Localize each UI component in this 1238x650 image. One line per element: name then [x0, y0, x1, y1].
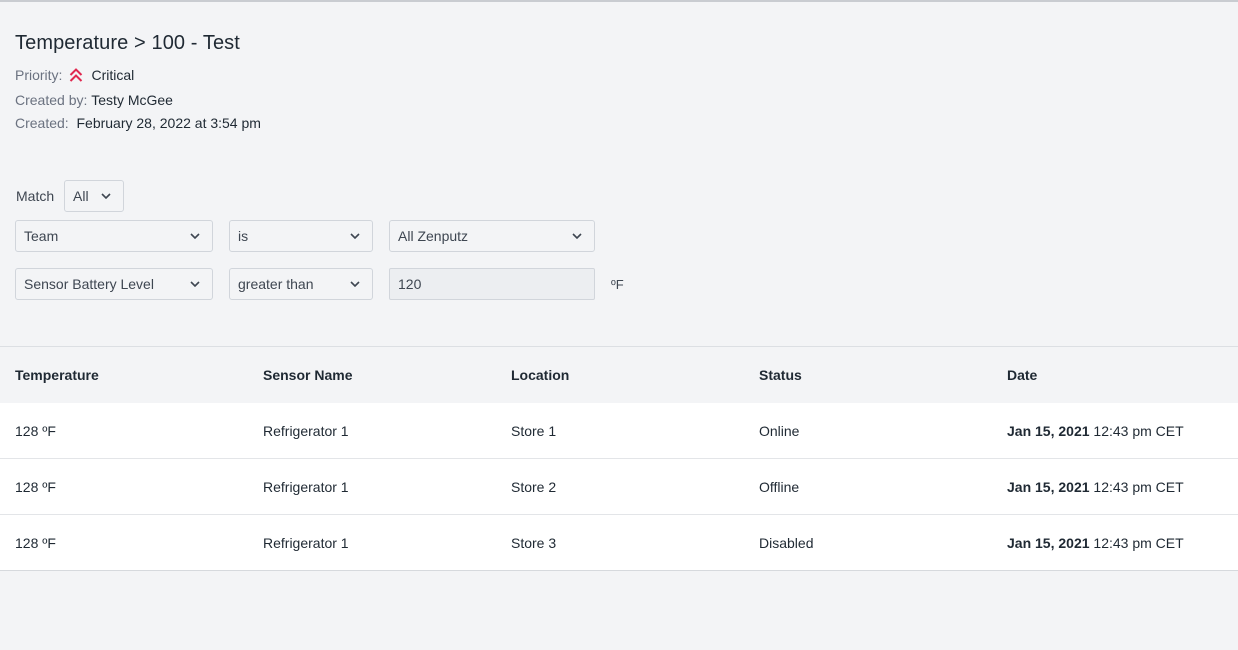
cell-sensor-name: Refrigerator 1 — [263, 535, 349, 551]
cell-date-day: Jan 15, 2021 — [1007, 423, 1090, 439]
priority-label: Priority: — [15, 67, 63, 83]
cell-date-time: 12:43 pm CET — [1093, 535, 1184, 551]
cell-temperature: 128 ºF — [15, 535, 56, 551]
cell-status: Disabled — [759, 535, 814, 551]
cell-date: Jan 15, 2021 12:43 pm CET — [1007, 479, 1184, 495]
rule-2-value-input[interactable]: 120 — [389, 268, 595, 300]
chevron-down-icon — [350, 233, 360, 239]
readings-table: Temperature Sensor Name Location Status … — [0, 346, 1238, 571]
created-value: February 28, 2022 at 3:54 pm — [76, 115, 261, 131]
rule-1-value-select[interactable]: All Zenputz — [389, 220, 595, 252]
rule-2-value: 120 — [398, 276, 422, 292]
cell-date-day: Jan 15, 2021 — [1007, 535, 1090, 551]
column-header-date[interactable]: Date — [1007, 367, 1037, 383]
column-header-location[interactable]: Location — [511, 367, 569, 383]
cell-date: Jan 15, 2021 12:43 pm CET — [1007, 535, 1184, 551]
created-label: Created: — [15, 115, 69, 131]
chevron-down-icon — [572, 233, 582, 239]
cell-date-day: Jan 15, 2021 — [1007, 479, 1090, 495]
rule-2-operator-select[interactable]: greater than — [229, 268, 373, 300]
priority-value: Critical — [91, 67, 135, 83]
created-by-value: Testy McGee — [91, 92, 173, 108]
column-header-temperature[interactable]: Temperature — [15, 367, 99, 383]
chevron-down-icon — [190, 281, 200, 287]
cell-location: Store 3 — [511, 535, 557, 551]
table-header: Temperature Sensor Name Location Status … — [0, 346, 1238, 403]
rule-2-operator-value: greater than — [238, 276, 314, 292]
match-label: Match — [16, 188, 55, 204]
created-row: Created: February 28, 2022 at 3:54 pm — [15, 115, 261, 131]
rule-1-field-select[interactable]: Team — [15, 220, 213, 252]
priority-critical-icon — [69, 67, 83, 83]
top-border — [0, 0, 1238, 2]
match-select[interactable]: All — [64, 180, 124, 212]
cell-location: Store 1 — [511, 423, 557, 439]
cell-sensor-name: Refrigerator 1 — [263, 423, 349, 439]
created-by-label: Created by: — [15, 92, 88, 108]
table-row[interactable]: 128 ºF Refrigerator 1 Store 3 Disabled J… — [0, 515, 1238, 571]
match-select-value: All — [73, 188, 89, 204]
rule-2-field-value: Sensor Battery Level — [24, 276, 154, 292]
cell-status: Online — [759, 423, 800, 439]
cell-status: Offline — [759, 479, 800, 495]
rule-1-field-value: Team — [24, 228, 59, 244]
page-title: Temperature > 100 - Test — [15, 32, 240, 54]
cell-date-time: 12:43 pm CET — [1093, 423, 1184, 439]
rule-1-operator-select[interactable]: is — [229, 220, 373, 252]
table-row[interactable]: 128 ºF Refrigerator 1 Store 2 Offline Ja… — [0, 459, 1238, 515]
cell-date: Jan 15, 2021 12:43 pm CET — [1007, 423, 1184, 439]
cell-date-time: 12:43 pm CET — [1093, 479, 1184, 495]
rule-1-operator-value: is — [238, 228, 249, 244]
cell-temperature: 128 ºF — [15, 479, 56, 495]
cell-temperature: 128 ºF — [15, 423, 56, 439]
chevron-down-icon — [190, 233, 200, 239]
created-by-row: Created by: Testy McGee — [15, 92, 173, 108]
cell-location: Store 2 — [511, 479, 557, 495]
rule-2-unit: ºF — [611, 277, 624, 292]
column-header-status[interactable]: Status — [759, 367, 802, 383]
chevron-down-icon — [350, 281, 360, 287]
rule-1-value: All Zenputz — [398, 228, 469, 244]
table-row[interactable]: 128 ºF Refrigerator 1 Store 1 Online Jan… — [0, 403, 1238, 459]
priority-row: Priority: Critical — [15, 67, 134, 83]
rule-2-field-select[interactable]: Sensor Battery Level — [15, 268, 213, 300]
column-header-sensor-name[interactable]: Sensor Name — [263, 367, 352, 383]
cell-sensor-name: Refrigerator 1 — [263, 479, 349, 495]
chevron-down-icon — [101, 193, 111, 199]
